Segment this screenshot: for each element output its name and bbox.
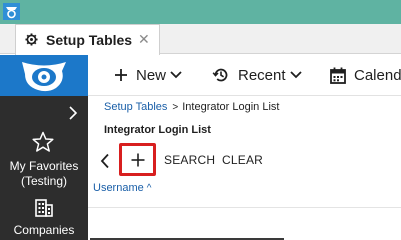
calendar-icon (330, 67, 346, 84)
recent-button[interactable]: Recent (212, 55, 302, 95)
search-button[interactable]: SEARCH (164, 153, 215, 167)
star-icon[interactable] (32, 131, 54, 153)
tab-label: Setup Tables (46, 32, 133, 48)
close-icon[interactable]: ✕ (138, 31, 150, 47)
new-button[interactable]: New (114, 55, 182, 95)
chevron-down-icon (289, 71, 302, 79)
sidebar-item-favorites[interactable]: My Favorites (Testing) (0, 159, 88, 189)
window-titlebar (0, 0, 401, 24)
logo-area[interactable] (0, 55, 88, 96)
add-record-button[interactable] (119, 143, 156, 176)
sort-up-icon: ^ (146, 183, 152, 194)
chevron-right-icon[interactable] (66, 105, 80, 121)
calendar-label: Calenda (354, 66, 401, 84)
new-label: New (136, 66, 167, 84)
breadcrumb-current: Integrator Login List (182, 101, 280, 113)
chevron-left-icon[interactable] (99, 153, 111, 169)
plus-icon (131, 153, 145, 167)
tab-setup-tables[interactable]: Setup Tables ✕ (15, 24, 160, 55)
column-header-label: Username (93, 182, 144, 194)
sidebar-item-companies[interactable]: Companies (0, 223, 88, 237)
chevron-down-icon (170, 71, 182, 79)
calendar-button[interactable]: Calenda (330, 55, 401, 95)
breadcrumb: Setup Tables > Integrator Login List (104, 101, 279, 113)
recent-label: Recent (238, 66, 286, 84)
owl-logo-icon (22, 62, 66, 92)
building-icon[interactable] (34, 197, 54, 217)
table-header-divider (88, 207, 401, 208)
plus-icon (115, 69, 127, 81)
history-icon (212, 68, 228, 82)
gear-icon (25, 33, 38, 46)
breadcrumb-separator-icon: > (172, 102, 179, 113)
app-logo-icon (3, 3, 20, 20)
tab-strip: Setup Tables ✕ (0, 24, 401, 55)
column-header-username[interactable]: Username ^ (93, 182, 151, 194)
sidebar: My Favorites (Testing) Companies (0, 55, 88, 240)
clear-button[interactable]: CLEAR (222, 153, 263, 167)
breadcrumb-parent-link[interactable]: Setup Tables (104, 101, 167, 113)
main-toolbar: New Recent Calenda (88, 55, 401, 96)
page-title: Integrator Login List (104, 124, 211, 136)
